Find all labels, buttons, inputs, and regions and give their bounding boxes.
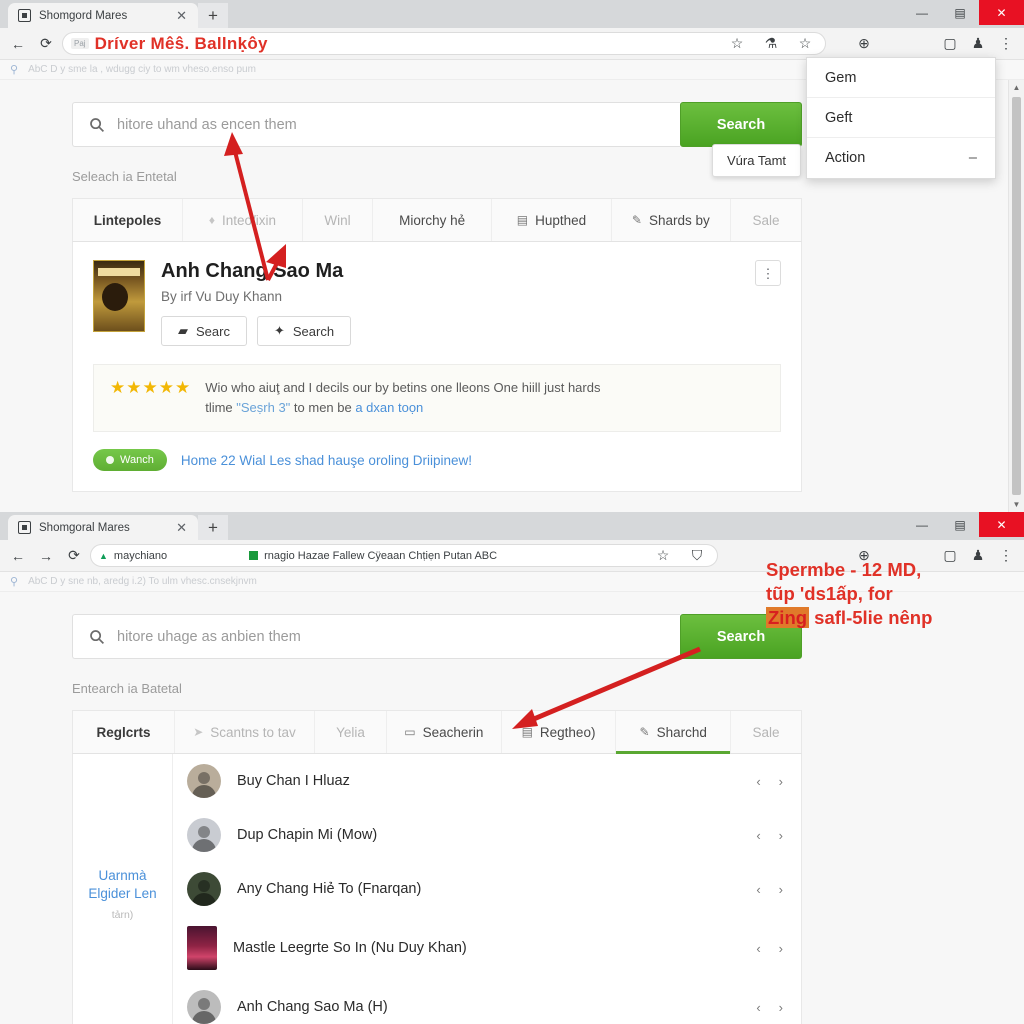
annotation-arrow-top — [224, 132, 286, 281]
annotation-arrow-bottom — [512, 646, 701, 729]
browser-window-bottom: Shomgoral Mares ✕ + — ▤ ✕ ← → ⟳ ▲ maychi… — [0, 512, 1024, 1024]
browser-window-top: Shomgord Mares ✕ + — ▤ ✕ ← ⟳ Paj Dríver … — [0, 0, 1024, 512]
